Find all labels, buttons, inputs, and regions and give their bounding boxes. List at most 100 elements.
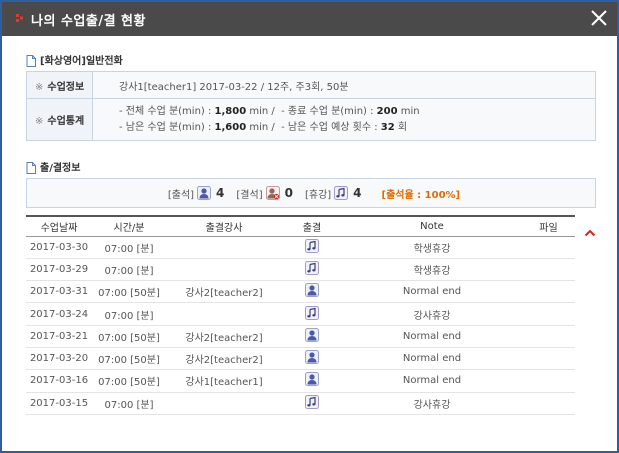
row-note: Normal end	[342, 280, 522, 304]
row-file	[522, 347, 575, 371]
music-note-icon	[305, 394, 319, 412]
stats-value: - 전체 수업 분(min) : 1,800 min / - 종료 수업 분(m…	[92, 98, 596, 141]
row-date: 2017-03-29	[26, 258, 92, 282]
class-info-table: ※ 수업정보 강사1[teacher1] 2017-03-22 / 12주, 주3…	[26, 71, 596, 141]
col-note: Note	[342, 215, 522, 237]
row-teacher: 강사2[teacher2]	[166, 325, 282, 348]
row-note: Normal end	[342, 325, 522, 348]
table-row: 2017-03-30 07:00 [분] 학생휴강	[26, 236, 575, 259]
row-status	[282, 369, 342, 393]
row-time: 07:00 [분]	[92, 236, 166, 259]
col-status: 출결	[282, 215, 342, 237]
row-note: Normal end	[342, 347, 522, 371]
attendance-window: 나의 수업출/결 현황 [화상영어]일반전화 ※ 수업정보 강사1[teacher…	[0, 0, 619, 453]
row-status	[282, 280, 342, 304]
row-file	[522, 325, 575, 348]
row-teacher	[166, 236, 282, 259]
attendance-heading: 출/결정보	[26, 159, 80, 174]
person-icon	[305, 327, 319, 345]
row-teacher	[166, 258, 282, 282]
attendance-rate: [출석율 : 100%]	[381, 189, 461, 201]
row-note: 학생휴강	[342, 258, 522, 282]
title-bar: 나의 수업출/결 현황	[2, 2, 617, 36]
person-icon	[305, 372, 319, 389]
row-status	[282, 347, 342, 371]
red-dots-icon	[16, 14, 23, 22]
row-teacher	[166, 302, 282, 326]
row-teacher: 강사1[teacher1]	[166, 369, 282, 393]
table-row: 2017-03-16 07:00 [50분] 강사1[teacher1] Nor…	[26, 369, 575, 393]
row-date: 2017-03-30	[26, 236, 92, 259]
class-info-value: 강사1[teacher1] 2017-03-22 / 12주, 주3회, 50분	[92, 71, 596, 99]
table-row: 2017-03-21 07:00 [50분] 강사2[teacher2] Nor…	[26, 325, 575, 348]
present-summary: [출석] 4	[167, 186, 225, 201]
absent-count: 0	[284, 186, 293, 200]
row-note: 학생휴강	[342, 236, 522, 259]
col-teacher: 출결강사	[166, 215, 282, 237]
music-note-icon	[305, 305, 319, 323]
holiday-summary: [휴강] 4	[304, 186, 362, 201]
stats-label: ※ 수업통계	[26, 98, 93, 141]
asterisk-icon: ※	[35, 116, 44, 127]
row-status	[282, 236, 342, 259]
row-date: 2017-03-31	[26, 280, 92, 304]
row-date: 2017-03-24	[26, 302, 92, 326]
close-icon[interactable]	[589, 8, 609, 28]
present-count: 4	[216, 186, 225, 200]
row-date: 2017-03-20	[26, 347, 92, 371]
row-status	[282, 392, 342, 415]
table-row: 2017-03-24 07:00 [분] 강사휴강	[26, 302, 575, 326]
holiday-count: 4	[353, 186, 362, 200]
col-file: 파일	[522, 215, 575, 237]
row-time: 07:00 [50분]	[92, 325, 166, 348]
table-row: 2017-03-29 07:00 [분] 학생휴강	[26, 258, 575, 282]
row-teacher: 강사2[teacher2]	[166, 347, 282, 371]
attendance-summary: [출석] 4 [결석] 0 [휴강] 4 [출석율: 100%]	[26, 178, 596, 208]
document-icon	[26, 55, 36, 67]
class-info-label: ※ 수업정보	[26, 71, 93, 99]
table-row: 2017-03-20 07:00 [50분] 강사2[teacher2] Nor…	[26, 347, 575, 371]
table-row: 2017-03-31 07:00 [50분] 강사2[teacher2] Nor…	[26, 280, 575, 304]
row-time: 07:00 [50분]	[92, 280, 166, 304]
row-file	[522, 236, 575, 259]
asterisk-icon: ※	[35, 81, 44, 93]
row-status	[282, 302, 342, 326]
chevron-up-icon[interactable]	[584, 229, 596, 237]
row-teacher	[166, 392, 282, 415]
row-file	[522, 369, 575, 393]
person-icon	[197, 186, 212, 200]
course-heading: [화상영어]일반전화	[26, 52, 123, 67]
ended-minutes: 200	[376, 105, 398, 117]
row-file	[522, 392, 575, 415]
row-date: 2017-03-15	[26, 392, 92, 415]
table-header-row: 수업날짜 시간/분 출결강사 출결 Note 파일	[26, 215, 575, 237]
row-note: Normal end	[342, 369, 522, 393]
table-row: 2017-03-15 07:00 [분] 강사휴강	[26, 392, 575, 415]
total-minutes: 1,800	[214, 105, 247, 117]
expected-count: 32	[380, 121, 395, 133]
absent-summary: [결석] 0	[236, 186, 293, 201]
row-time: 07:00 [50분]	[92, 347, 166, 371]
remaining-minutes: 1,600	[214, 121, 247, 133]
row-status	[282, 325, 342, 348]
row-file	[522, 280, 575, 304]
course-title: [화상영어]일반전화	[40, 56, 123, 67]
music-note-icon	[305, 260, 319, 278]
col-date: 수업날짜	[26, 215, 92, 237]
attendance-table: 수업날짜 시간/분 출결강사 출결 Note 파일 2017-03-30 07:…	[26, 215, 575, 415]
document-icon	[26, 162, 36, 174]
col-time: 시간/분	[92, 215, 166, 237]
row-file	[522, 258, 575, 282]
row-date: 2017-03-16	[26, 369, 92, 393]
person-icon	[305, 283, 319, 300]
window-title: 나의 수업출/결 현황	[31, 14, 146, 29]
row-note: 강사휴강	[342, 302, 522, 326]
music-note-icon	[305, 238, 319, 256]
row-file	[522, 302, 575, 326]
row-time: 07:00 [분]	[92, 302, 166, 326]
row-teacher: 강사2[teacher2]	[166, 280, 282, 304]
person-x-icon	[265, 186, 280, 200]
row-date: 2017-03-21	[26, 325, 92, 348]
row-status	[282, 258, 342, 282]
row-note: 강사휴강	[342, 392, 522, 415]
